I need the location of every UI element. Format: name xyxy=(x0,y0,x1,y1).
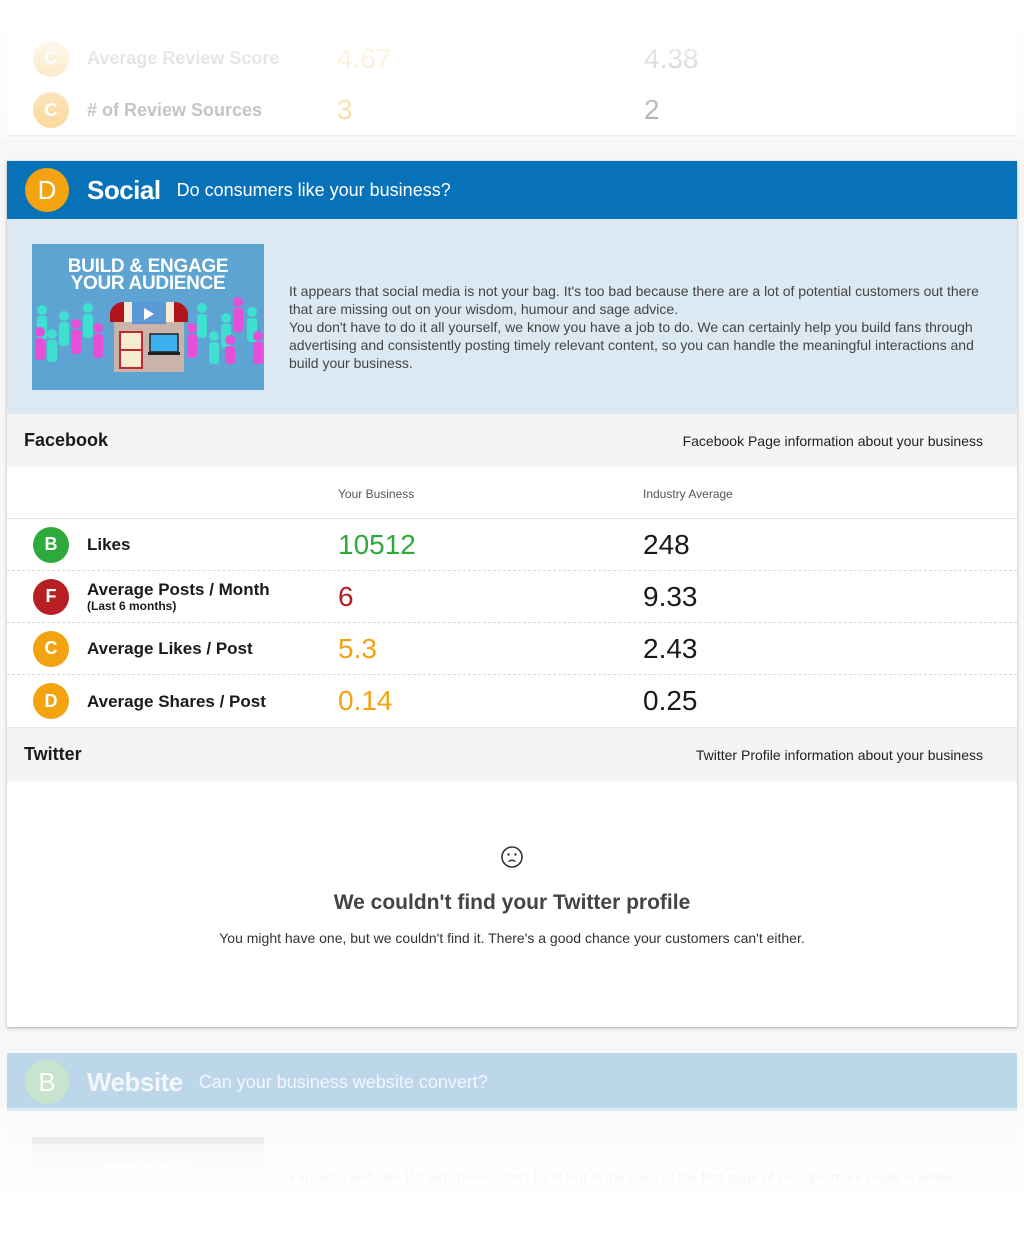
metric-label: Average Likes / Post xyxy=(87,639,253,658)
social-section-header: D Social Do consumers like your business… xyxy=(7,161,1017,219)
metric-label: # of Review Sources xyxy=(87,99,263,120)
reviews-section-card: C Average Review Score 4.67 4.38 C # of … xyxy=(7,30,1017,135)
industry-average-value: 9.33 xyxy=(643,580,698,612)
grade-badge: D xyxy=(33,683,69,719)
twitter-empty-title: We couldn't find your Twitter profile xyxy=(333,891,691,914)
metric-row-likes: B Likes 10512 248 xyxy=(7,519,1017,571)
website-intro: IMPROVE YOUR Fantastic website! If it ai… xyxy=(7,1111,1017,1239)
intro-paragraph: It appears that social media is not your… xyxy=(289,283,979,317)
your-business-column-header: Your Business xyxy=(338,487,415,501)
facebook-title: Facebook xyxy=(24,430,109,450)
grade-badge: F xyxy=(33,578,69,615)
twitter-description: Twitter Profile information about your b… xyxy=(695,746,983,763)
twitter-title: Twitter xyxy=(24,744,82,764)
sad-face-icon xyxy=(7,845,1017,869)
storefront-illustration xyxy=(110,302,188,372)
grade-badge: B xyxy=(33,526,69,563)
industry-average-value: 4.38 xyxy=(644,42,699,74)
website-intro-text: Fantastic website! If it ain't broke, do… xyxy=(289,1169,958,1185)
your-business-value: 6 xyxy=(338,580,354,612)
facebook-description: Facebook Page information about your bus… xyxy=(682,432,983,449)
your-business-value: 3 xyxy=(337,94,353,125)
section-grade-badge: D xyxy=(25,168,69,212)
your-business-value: 5.3 xyxy=(338,632,377,664)
twitter-empty-state: We couldn't find your Twitter profile Yo… xyxy=(7,781,1017,1031)
your-business-value: 0.14 xyxy=(338,685,393,716)
website-section-card: B Website Can your business website conv… xyxy=(7,1053,1017,1239)
website-promo-thumbnail[interactable]: IMPROVE YOUR xyxy=(32,1137,264,1197)
metric-label: Average Shares / Post xyxy=(87,691,266,711)
metric-row-average-posts: F Average Posts / Month (Last 6 months) … xyxy=(7,571,1017,623)
section-subtitle: Can your business website convert? xyxy=(198,1071,488,1092)
metric-sublabel: (Last 6 months) xyxy=(87,599,177,613)
social-section-card: D Social Do consumers like your business… xyxy=(7,161,1017,1027)
metric-label-text: Average Posts / Month xyxy=(87,580,270,599)
your-business-value: 10512 xyxy=(338,528,416,560)
section-title: Social xyxy=(87,174,161,205)
industry-average-value: 2.43 xyxy=(643,632,698,664)
review-row: C # of Review Sources 3 2 xyxy=(7,85,1017,135)
metric-row-average-shares: D Average Shares / Post 0.14 0.25 xyxy=(7,675,1017,727)
review-row: C Average Review Score 4.67 4.38 xyxy=(7,34,1017,84)
industry-average-value: 2 xyxy=(644,94,660,125)
facebook-column-headers: Your Business Industry Average xyxy=(7,467,1017,519)
promo-video-thumbnail[interactable]: BUILD & ENGAGE YOUR AUDIENCE xyxy=(32,244,264,390)
section-subtitle: Do consumers like your business? xyxy=(176,179,451,200)
section-title: Website xyxy=(87,1066,183,1097)
twitter-empty-description: You might have one, but we couldn't find… xyxy=(219,930,805,946)
industry-average-column-header: Industry Average xyxy=(643,487,733,501)
intro-paragraph: You don't have to do it all yourself, we… xyxy=(289,319,974,371)
section-grade-badge: B xyxy=(25,1060,69,1104)
twitter-header: Twitter Twitter Profile information abou… xyxy=(7,727,1017,781)
grade-badge: C xyxy=(33,630,69,667)
industry-average-value: 0.25 xyxy=(643,685,698,716)
social-intro: BUILD & ENGAGE YOUR AUDIENCE It appears … xyxy=(7,219,1017,413)
your-business-value: 4.67 xyxy=(337,42,392,74)
metric-label: Average Review Score xyxy=(87,48,280,68)
metric-row-average-likes: C Average Likes / Post 5.3 2.43 xyxy=(7,623,1017,675)
promo-title: IMPROVE YOUR xyxy=(104,1162,190,1174)
social-intro-text: It appears that social media is not your… xyxy=(289,282,989,372)
grade-badge: C xyxy=(33,92,69,128)
grade-badge: C xyxy=(33,40,69,77)
industry-average-value: 248 xyxy=(643,528,690,560)
metric-label: Likes xyxy=(87,535,131,554)
metric-label: Average Posts / Month (Last 6 months) xyxy=(87,580,270,613)
website-section-header: B Website Can your business website conv… xyxy=(7,1053,1017,1111)
promo-title: BUILD & ENGAGE YOUR AUDIENCE xyxy=(32,257,264,293)
facebook-header: Facebook Facebook Page information about… xyxy=(7,413,1017,467)
facebook-metrics-table: B Likes 10512 248 F Average Posts / Mont… xyxy=(7,519,1017,727)
